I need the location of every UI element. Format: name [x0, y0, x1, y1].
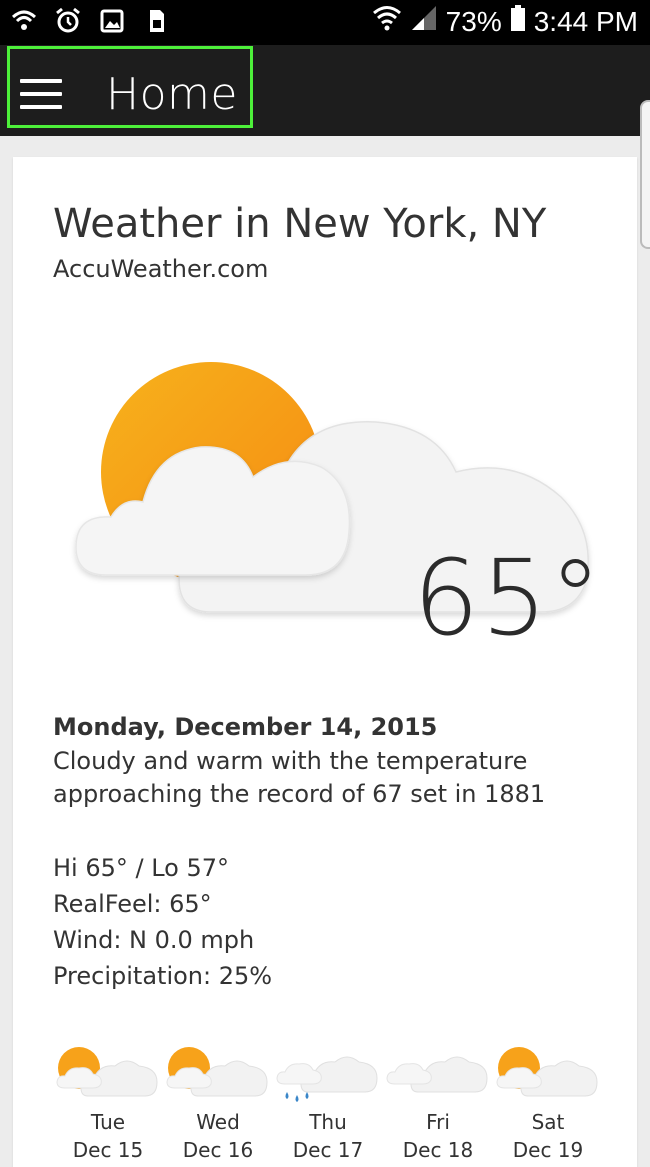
precipitation: Precipitation: 25%	[53, 962, 273, 990]
app-bar: Home	[0, 45, 650, 136]
realfeel: RealFeel: 65°	[53, 890, 212, 918]
daily-forecast: Tue Dec 15 Wed Dec 16 Thu Dec 17 Fri Dec…	[53, 1042, 613, 1162]
clock: 3:44 PM	[533, 5, 638, 37]
cloudy-icon	[386, 1056, 488, 1093]
forecast-day-name: Fri	[426, 1110, 450, 1134]
forecast-day[interactable]: Tue Dec 15	[53, 1042, 163, 1162]
alarm-icon	[54, 7, 82, 35]
weather-title: Weather in New York, NY	[53, 201, 547, 247]
wifi-icon	[372, 4, 402, 39]
forecast-day-name: Wed	[196, 1110, 240, 1134]
weather-card[interactable]: Weather in New York, NY AccuWeather.com …	[13, 157, 637, 1167]
rain-icon	[276, 1056, 378, 1102]
forecast-day-date: Dec 18	[402, 1138, 474, 1162]
weather-source: AccuWeather.com	[53, 255, 269, 283]
forecast-day[interactable]: Fri Dec 18	[383, 1042, 493, 1162]
hamburger-menu-icon[interactable]	[20, 79, 62, 109]
image-icon	[98, 7, 126, 35]
battery-text: 73%	[445, 5, 502, 37]
forecast-day-name: Thu	[309, 1110, 347, 1134]
forecast-day-date: Dec 17	[292, 1138, 364, 1162]
forecast-date: Monday, December 14, 2015	[53, 713, 438, 741]
forecast-day[interactable]: Wed Dec 16	[163, 1042, 273, 1162]
wind: Wind: N 0.0 mph	[53, 926, 255, 954]
wifi-call-icon	[10, 7, 38, 35]
partly-sunny-icon	[496, 1047, 598, 1097]
battery-icon	[510, 4, 526, 39]
forecast-day-name: Sat	[531, 1110, 565, 1134]
forecast-day[interactable]: Sat Dec 19	[493, 1042, 603, 1162]
partly-sunny-icon	[56, 1047, 158, 1097]
signal-icon	[410, 4, 438, 39]
partly-sunny-icon	[166, 1047, 268, 1097]
weather-details: Hi 65° / Lo 57° RealFeel: 65° Wind: N 0.…	[53, 850, 272, 994]
forecast-day[interactable]: Thu Dec 17	[273, 1042, 383, 1162]
sim-icon	[142, 7, 170, 35]
forecast-day-date: Dec 19	[512, 1138, 584, 1162]
page-title: Home	[106, 69, 238, 120]
hi-lo: Hi 65° / Lo 57°	[53, 854, 230, 882]
forecast-day-date: Dec 16	[182, 1138, 254, 1162]
forecast-description: Cloudy and warm with the temperature app…	[53, 747, 546, 808]
current-temperature: 65°	[413, 537, 604, 659]
forecast-day-name: Tue	[90, 1110, 126, 1134]
status-bar: 73% 3:44 PM	[0, 0, 650, 45]
forecast-day-date: Dec 15	[72, 1138, 144, 1162]
scroll-handle[interactable]	[640, 100, 650, 249]
home-menu-button[interactable]: Home	[7, 46, 253, 128]
